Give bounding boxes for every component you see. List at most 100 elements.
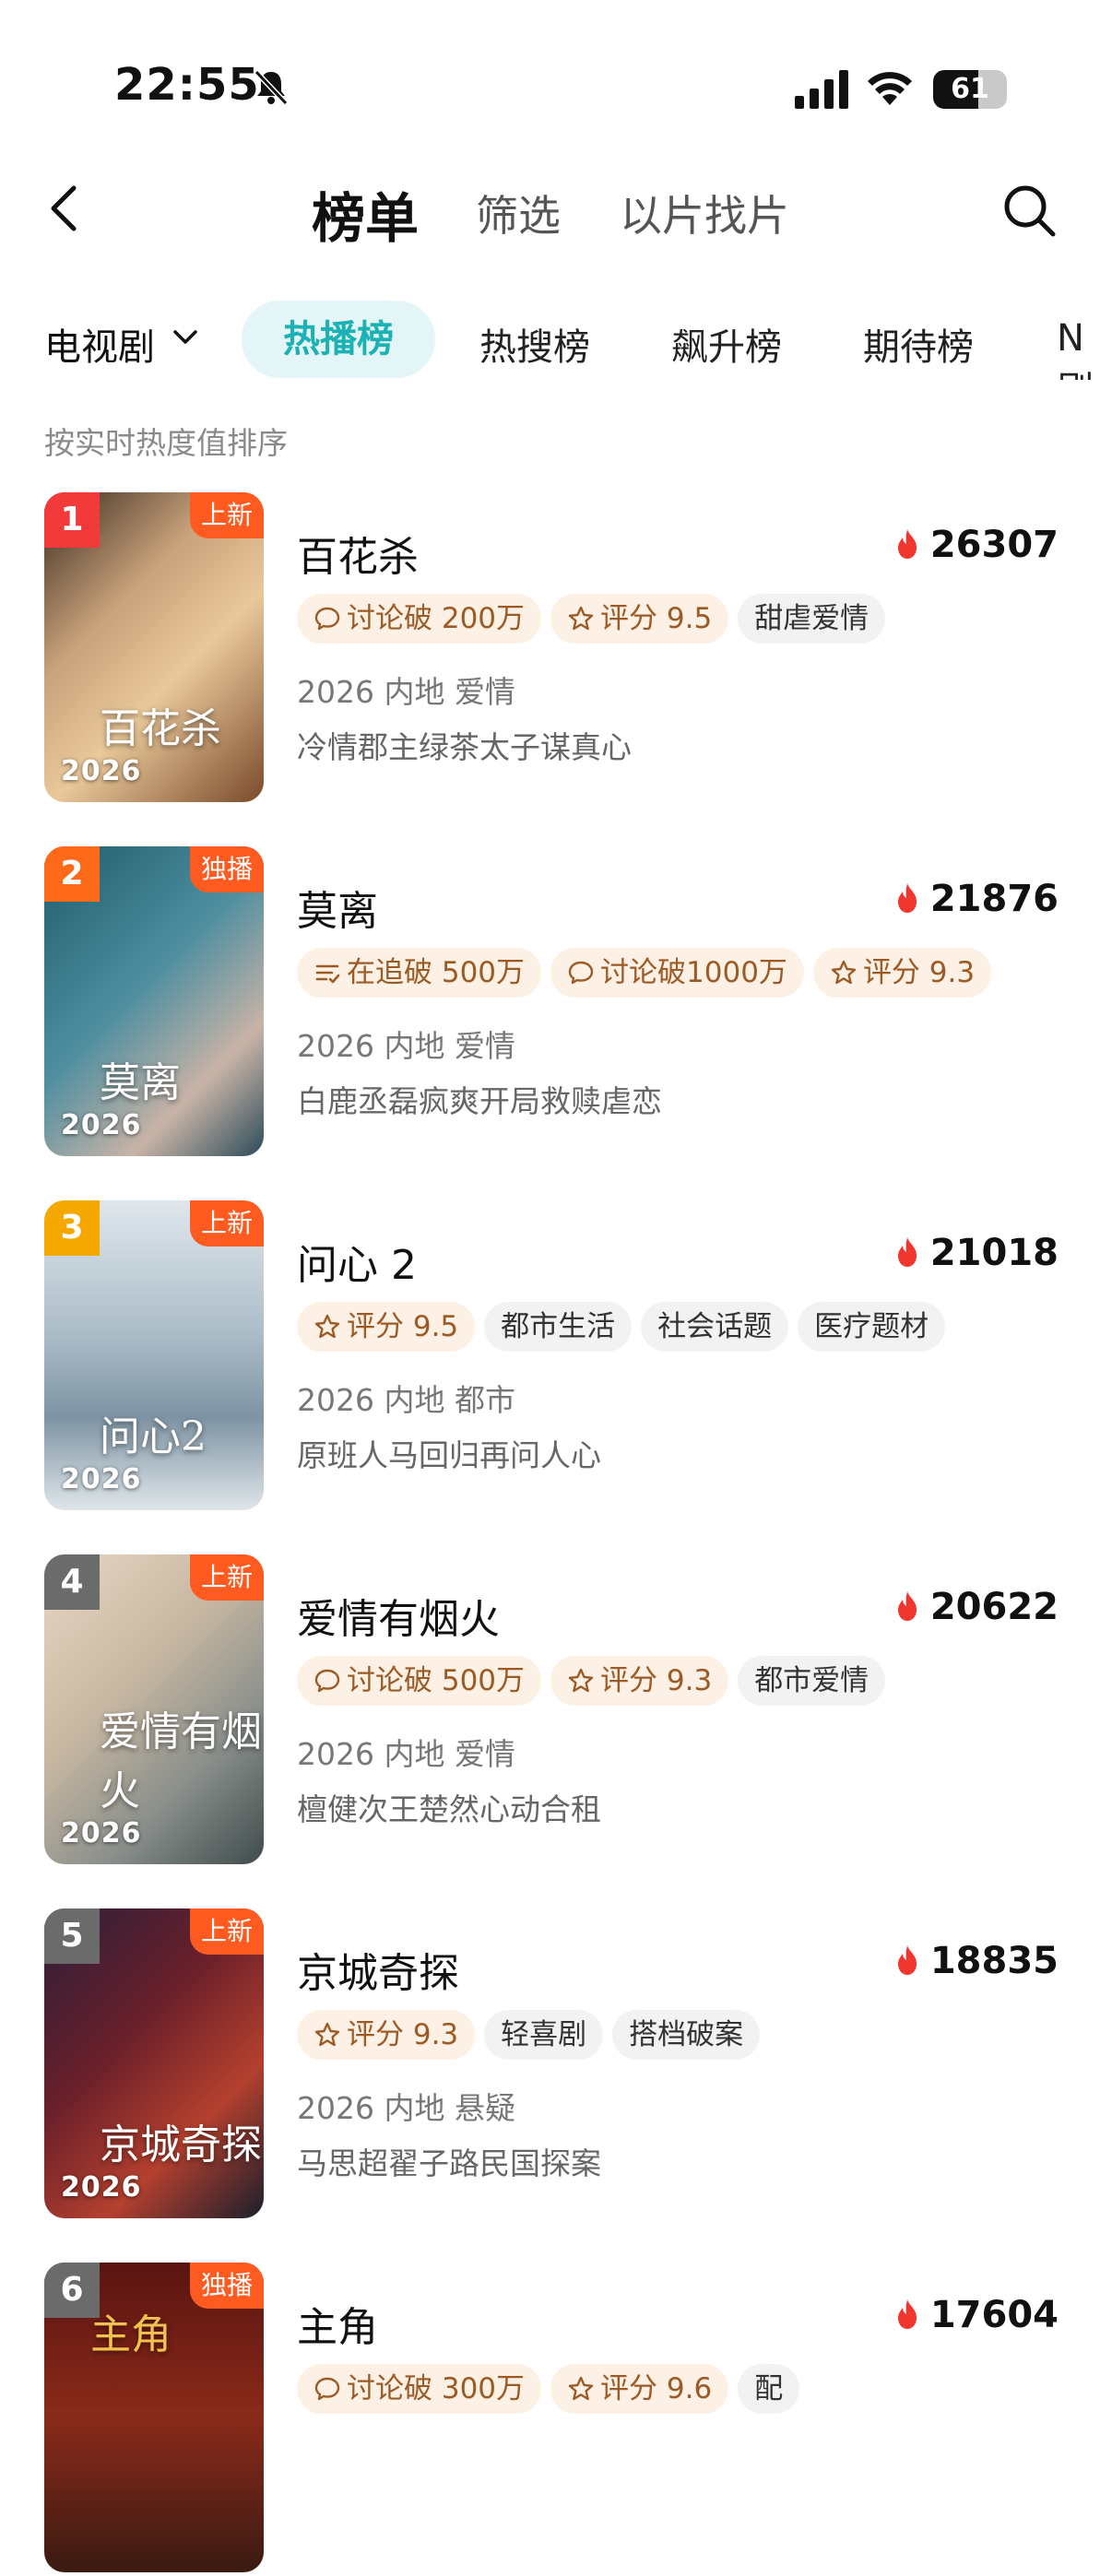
poster-year: 2026 xyxy=(61,1463,142,1495)
heat-value: 21018 xyxy=(929,1232,1059,1274)
tag-chip: 社会话题 xyxy=(641,1302,789,1352)
show-description: 原班人马回归再问人心 xyxy=(297,1437,601,1473)
tag-label: 评分 9.3 xyxy=(347,2018,459,2051)
search-icon[interactable] xyxy=(1000,181,1059,240)
tag-chip: 讨论破 300万 xyxy=(297,2364,542,2414)
poster-title: 爱情有烟火 xyxy=(100,1708,262,1814)
sort-hint: 按实时热度值排序 xyxy=(44,425,288,461)
comment-icon xyxy=(314,1669,340,1693)
status-time: 22:55 xyxy=(114,59,260,111)
tab-hot-play[interactable]: 热播榜 xyxy=(242,301,435,378)
rank-badge: 3 xyxy=(44,1200,100,1256)
heat-value: 26307 xyxy=(929,524,1059,566)
heat-value: 17604 xyxy=(929,2294,1059,2336)
status-badge: 上新 xyxy=(189,1554,264,1601)
poster-title: 莫离 xyxy=(100,1059,181,1106)
tab-anticipated[interactable]: 期待榜 xyxy=(863,317,974,371)
list-item[interactable]: 1 上新 百花杀 2026 百花杀 26307 讨论破 200万 评分 9.5 甜虐爱情 2026… xyxy=(0,492,1112,806)
tab-rewatch[interactable]: N刷 xyxy=(1057,317,1112,380)
poster-image[interactable]: 5 上新 京城奇探 2026 xyxy=(44,1908,264,2218)
tag-row: 评分 9.3 轻喜剧 搭档破案 xyxy=(297,2010,769,2060)
status-badge: 独播 xyxy=(189,846,264,892)
show-description: 白鹿丞磊疯爽开局救赎虐恋 xyxy=(297,1083,662,1119)
category-dropdown[interactable]: 电视剧 xyxy=(44,317,155,371)
poster-image[interactable]: 3 上新 问心2 2026 xyxy=(44,1200,264,1510)
tag-chip: 讨论破1000万 xyxy=(550,948,804,998)
tab-hot-play-label: 热播榜 xyxy=(283,318,394,360)
poster-image[interactable]: 6 独播 主角 xyxy=(44,2263,264,2572)
tag-chip: 评分 9.5 xyxy=(550,594,729,644)
tab-filter[interactable]: 筛选 xyxy=(476,183,561,243)
list-item[interactable]: 6 独播 主角 主角 17604 讨论破 300万 评分 9.6 配 xyxy=(0,2263,1112,2576)
tag-label: 在追破 500万 xyxy=(347,956,526,989)
tag-label: 社会话题 xyxy=(657,1310,773,1343)
tag-label: 评分 9.5 xyxy=(347,1310,459,1343)
flame-icon xyxy=(897,1591,917,1621)
poster-title: 百花杀 xyxy=(100,705,221,752)
tag-label: 评分 9.3 xyxy=(862,956,976,989)
poster-title: 主角 xyxy=(90,2311,172,2358)
comment-icon xyxy=(314,2377,340,2401)
heat-score: 21018 xyxy=(893,1232,1059,1274)
flame-icon xyxy=(897,1237,917,1267)
tag-label: 讨论破1000万 xyxy=(600,956,787,989)
poster-image[interactable]: 4 上新爱情有烟火 2026 xyxy=(44,1554,264,1864)
tab-find-similar[interactable]: 以片找片 xyxy=(620,183,789,243)
show-title[interactable]: 主角 xyxy=(297,2294,378,2353)
tag-label: 都市爱情 xyxy=(754,1664,869,1697)
show-title[interactable]: 京城奇探 xyxy=(297,1940,459,1999)
tag-chip: 评分 9.3 xyxy=(297,2010,476,2060)
tag-chip: 医疗题材 xyxy=(798,1302,946,1352)
tag-chip: 评分 9.3 xyxy=(550,1656,729,1706)
tag-row: 评分 9.5 都市生活 社会话题 医疗题材 xyxy=(297,1302,954,1352)
rank-badge: 2 xyxy=(44,846,100,902)
tab-ranking[interactable]: 榜单 xyxy=(312,175,419,253)
tag-label: 评分 9.6 xyxy=(600,2372,713,2405)
poster-year: 2026 xyxy=(61,1817,142,1849)
poster-image[interactable]: 1 上新 百花杀 2026 xyxy=(44,492,264,802)
show-meta: 2026 内地 都市 xyxy=(297,1382,515,1418)
tag-label: 都市生活 xyxy=(501,1310,616,1343)
wifi-icon xyxy=(868,72,912,105)
tab-hot-search[interactable]: 热搜榜 xyxy=(479,317,590,371)
tag-label: 甜虐爱情 xyxy=(754,602,869,635)
comment-icon xyxy=(568,961,594,985)
tag-chip: 都市生活 xyxy=(484,1302,633,1352)
poster-image[interactable]: 2 独播莫离 2026 xyxy=(44,846,264,1156)
heat-score: 18835 xyxy=(893,1940,1059,1982)
tag-label: 医疗题材 xyxy=(814,1310,929,1343)
star-icon xyxy=(314,1314,340,1339)
tag-label: 讨论破 300万 xyxy=(347,2372,526,2405)
tab-rising[interactable]: 飙升榜 xyxy=(671,317,782,371)
heat-score: 20622 xyxy=(893,1586,1059,1628)
show-title[interactable]: 莫离 xyxy=(297,878,378,937)
show-title[interactable]: 问心 2 xyxy=(297,1232,417,1291)
poster-year: 2026 xyxy=(61,1109,142,1141)
show-description: 檀健次王楚然心动合租 xyxy=(297,1791,601,1827)
tag-chip: 都市爱情 xyxy=(738,1656,886,1706)
tag-row: 讨论破 200万 评分 9.5 甜虐爱情 xyxy=(297,594,894,644)
tag-chip: 配 xyxy=(738,2364,800,2414)
status-badge: 上新 xyxy=(189,1908,264,1955)
rank-badge: 5 xyxy=(44,1908,100,1964)
show-title[interactable]: 爱情有烟火 xyxy=(297,1586,500,1645)
tag-label: 评分 9.5 xyxy=(600,602,713,635)
heat-value: 21876 xyxy=(929,878,1059,920)
tag-label: 轻喜剧 xyxy=(501,2018,587,2051)
rank-badge: 4 xyxy=(44,1554,100,1610)
status-badge: 上新 xyxy=(189,492,264,538)
flame-icon xyxy=(897,883,917,913)
battery-indicator: 61 xyxy=(933,70,1007,109)
show-title[interactable]: 百花杀 xyxy=(297,524,419,583)
list-item[interactable]: 5 上新 京城奇探 2026 京城奇探 18835 评分 9.3 轻喜剧 搭档破案 2026 内地… xyxy=(0,1908,1112,2222)
tag-chip: 评分 9.3 xyxy=(812,948,992,998)
list-item[interactable]: 4 上新 爱情有烟火 2026 爱情有烟火 20622 讨论破 500万 评分 9.3 都市爱情… xyxy=(0,1554,1112,1868)
chevron-down-icon[interactable] xyxy=(172,326,199,349)
star-icon xyxy=(568,2376,594,2401)
list-item[interactable]: 3 上新 问心2 2026 问心 2 21018 评分 9.5 都市生活 社会话题 医疗题材 202… xyxy=(0,1200,1112,1514)
tag-chip: 评分 9.6 xyxy=(550,2364,729,2414)
list-item[interactable]: 2 独播 莫离 2026 莫离 21876 在追破 500万 讨论破1000万 评分 9.3 20… xyxy=(0,846,1112,1160)
tag-chip: 轻喜剧 xyxy=(484,2010,604,2060)
tag-label: 讨论破 200万 xyxy=(347,602,526,635)
star-icon xyxy=(568,1668,594,1693)
